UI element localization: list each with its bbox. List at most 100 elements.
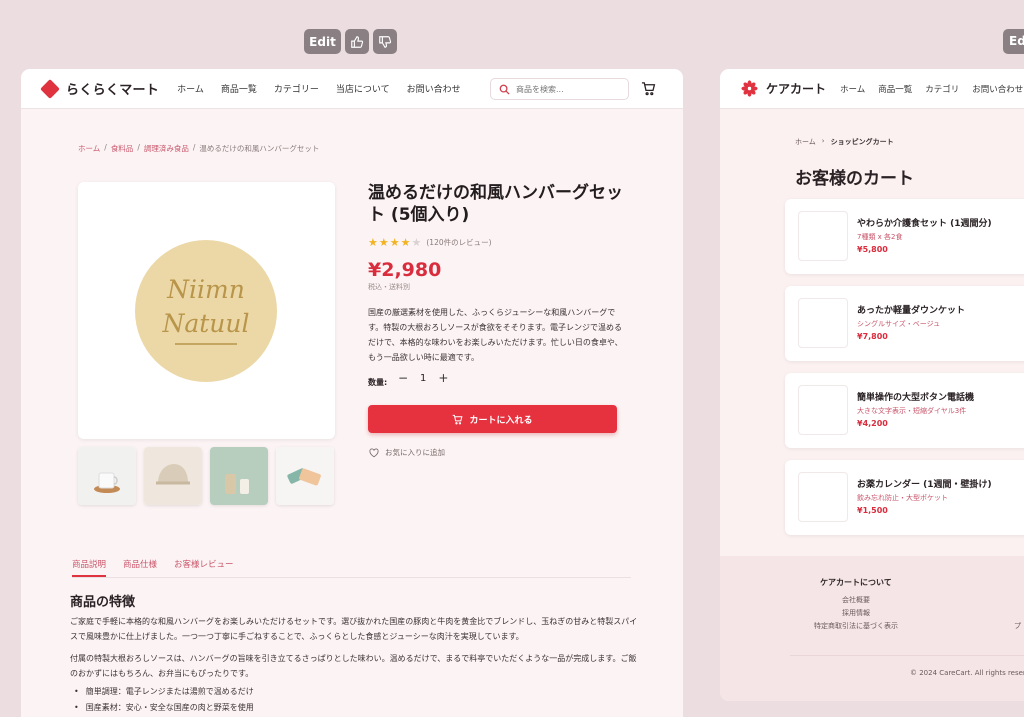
item-price: ¥5,800 <box>857 245 888 254</box>
item-price: ¥1,500 <box>857 506 888 515</box>
search-input[interactable] <box>516 84 621 94</box>
chevron-right-icon: › <box>821 137 825 145</box>
main-nav: ホーム 商品一覧 カテゴリ お問い合わせ <box>840 83 1023 95</box>
cart-icon[interactable] <box>641 81 656 96</box>
footer-link-company[interactable]: 会社概要 <box>842 595 870 605</box>
thumbnail-cap[interactable] <box>144 447 202 505</box>
quantity-label: 数量: <box>368 378 388 387</box>
item-price: ¥4,200 <box>857 419 888 428</box>
feature-paragraph: ご家庭で手軽に本格的な和風ハンバーグをお楽しみいただけるセットです。選び抜かれた… <box>70 617 638 641</box>
logo-icon <box>40 78 60 99</box>
item-image <box>798 472 848 522</box>
nav-products[interactable]: 商品一覧 <box>878 83 912 95</box>
cart-icon <box>453 414 463 424</box>
thumbs-up-icon <box>351 35 364 48</box>
product-description: 国産の厳選素材を使用した、ふっくらジューシーな和風ハンバーグです。特製の大根おろ… <box>368 308 623 362</box>
product-price: ¥2,980 <box>368 259 442 281</box>
product-page-frame: らくらくマート ホーム 商品一覧 カテゴリー 当店について お問い合わせ ホーム… <box>21 69 683 717</box>
thumbnail-card[interactable] <box>276 447 334 505</box>
site-logo[interactable]: ケアカート <box>766 80 826 97</box>
favorite-label: お気に入りに追加 <box>385 448 445 457</box>
add-to-cart-label: カートに入れる <box>469 415 533 426</box>
footer-heading: ケアカートについて <box>820 578 892 587</box>
feedback-toolbar: Edit <box>304 29 397 54</box>
breadcrumb-current: ショッピングカート <box>830 138 894 146</box>
product-logo-badge: Niimn Natuul <box>135 240 277 382</box>
thumbs-down-button[interactable] <box>373 29 397 54</box>
list-item: 国産素材：安心・安全な国産の肉と野菜を使用 <box>74 700 254 716</box>
copyright: © 2024 CareCart. All rights reserved. <box>910 669 1024 677</box>
thumbnail-strip <box>78 447 334 505</box>
add-to-cart-button[interactable]: カートに入れる <box>368 405 617 433</box>
flower-logo-icon <box>741 80 758 97</box>
nav-products[interactable]: 商品一覧 <box>221 82 257 95</box>
review-count[interactable]: (120件のレビュー) <box>426 237 491 248</box>
thumbs-up-button[interactable] <box>345 29 369 54</box>
breadcrumb: ホーム › ショッピングカート <box>795 137 894 147</box>
search-box <box>490 78 629 100</box>
site-logo[interactable]: らくらくマート <box>66 79 159 98</box>
edit-button[interactable]: Edit <box>304 29 341 54</box>
quantity-stepper: − 1 + <box>397 370 449 386</box>
rating-stars: ★ ★ ★ ★ ★ (120件のレビュー) <box>368 236 492 249</box>
tax-note: 税込・送料別 <box>368 283 410 291</box>
cart-item[interactable]: やわらか介護食セット (1週間分) 7種類 x 各2食 ¥5,800 <box>785 199 1024 274</box>
breadcrumb-home[interactable]: ホーム <box>795 137 816 147</box>
site-header: らくらくマート ホーム 商品一覧 カテゴリー 当店について お問い合わせ <box>21 69 683 109</box>
breadcrumb-food[interactable]: 食料品 <box>111 143 134 154</box>
tab-description[interactable]: 商品説明 <box>72 557 107 577</box>
item-name: あったか軽量ダウンケット <box>857 306 966 316</box>
item-price: ¥7,800 <box>857 332 888 341</box>
cart-item[interactable]: お薬カレンダー (1週間・壁掛け) 飲み忘れ防止・大型ポケット ¥1,500 <box>785 460 1024 535</box>
edit-button-right[interactable]: Ed <box>1003 29 1024 54</box>
nav-home[interactable]: ホーム <box>840 83 865 95</box>
heart-icon <box>369 448 379 457</box>
increase-button[interactable]: + <box>437 370 449 386</box>
star-icon: ★ <box>389 236 400 249</box>
site-header: ケアカート ホーム 商品一覧 カテゴリ お問い合わせ <box>720 69 1024 109</box>
item-image <box>798 298 848 348</box>
svg-text:Natuul: Natuul <box>161 309 249 338</box>
svg-text:Niimn: Niimn <box>166 275 245 304</box>
item-variant: 飲み忘れ防止・大型ポケット <box>857 494 948 502</box>
site-footer: ケアカートについて 会社概要 採用情報 特定商取引法に基づく表示 プ © 202… <box>720 556 1024 701</box>
footer-link-legal[interactable]: 特定商取引法に基づく表示 <box>814 621 898 631</box>
feature-text: ご家庭で手軽に本格的な和風ハンバーグをお楽しみいただけるセットです。選び抜かれた… <box>70 614 640 688</box>
page-title: お客様のカート <box>795 169 914 189</box>
item-name: お薬カレンダー (1週間・壁掛け) <box>857 480 992 490</box>
cart-item[interactable]: 簡単操作の大型ボタン電話機 大きな文字表示・短縮ダイヤル3件 ¥4,200 <box>785 373 1024 448</box>
item-variant: シングルサイズ・ベージュ <box>857 320 941 328</box>
item-name: やわらか介護食セット (1週間分) <box>857 219 992 229</box>
footer-link-extra[interactable]: プ <box>1014 621 1021 631</box>
item-name: 簡単操作の大型ボタン電話機 <box>857 393 975 403</box>
nav-contact[interactable]: お問い合わせ <box>972 83 1023 95</box>
breadcrumb-prepared[interactable]: 調理済み食品 <box>144 143 189 154</box>
cart-item[interactable]: あったか軽量ダウンケット シングルサイズ・ベージュ ¥7,800 <box>785 286 1024 361</box>
product-main-image: Niimn Natuul <box>78 182 335 439</box>
quantity-value: 1 <box>420 372 427 384</box>
item-variant: 7種類 x 各2食 <box>857 233 903 241</box>
decrease-button[interactable]: − <box>397 370 409 386</box>
star-icon: ★ <box>378 236 389 249</box>
footer-divider <box>790 655 1024 656</box>
item-image <box>798 211 848 261</box>
star-empty-icon: ★ <box>411 236 422 249</box>
nav-home[interactable]: ホーム <box>177 82 204 95</box>
tab-reviews[interactable]: お客様レビュー <box>174 557 234 577</box>
thumbnail-mug[interactable] <box>78 447 136 505</box>
search-icon <box>499 84 510 95</box>
star-icon: ★ <box>400 236 411 249</box>
tab-specs[interactable]: 商品仕様 <box>123 557 157 577</box>
section-title: 商品の特徴 <box>70 595 136 610</box>
breadcrumb-home[interactable]: ホーム <box>78 143 100 154</box>
nav-category[interactable]: カテゴリ <box>925 83 959 95</box>
nav-category[interactable]: カテゴリー <box>274 82 319 95</box>
thumbnail-cups[interactable] <box>210 447 268 505</box>
nav-about[interactable]: 当店について <box>336 82 390 95</box>
main-nav: ホーム 商品一覧 カテゴリー 当店について お問い合わせ <box>177 82 461 95</box>
nav-contact[interactable]: お問い合わせ <box>407 82 461 95</box>
footer-link-careers[interactable]: 採用情報 <box>842 608 870 618</box>
star-icon: ★ <box>368 236 378 249</box>
item-variant: 大きな文字表示・短縮ダイヤル3件 <box>857 407 967 415</box>
favorite-link[interactable]: お気に入りに追加 <box>369 447 445 458</box>
